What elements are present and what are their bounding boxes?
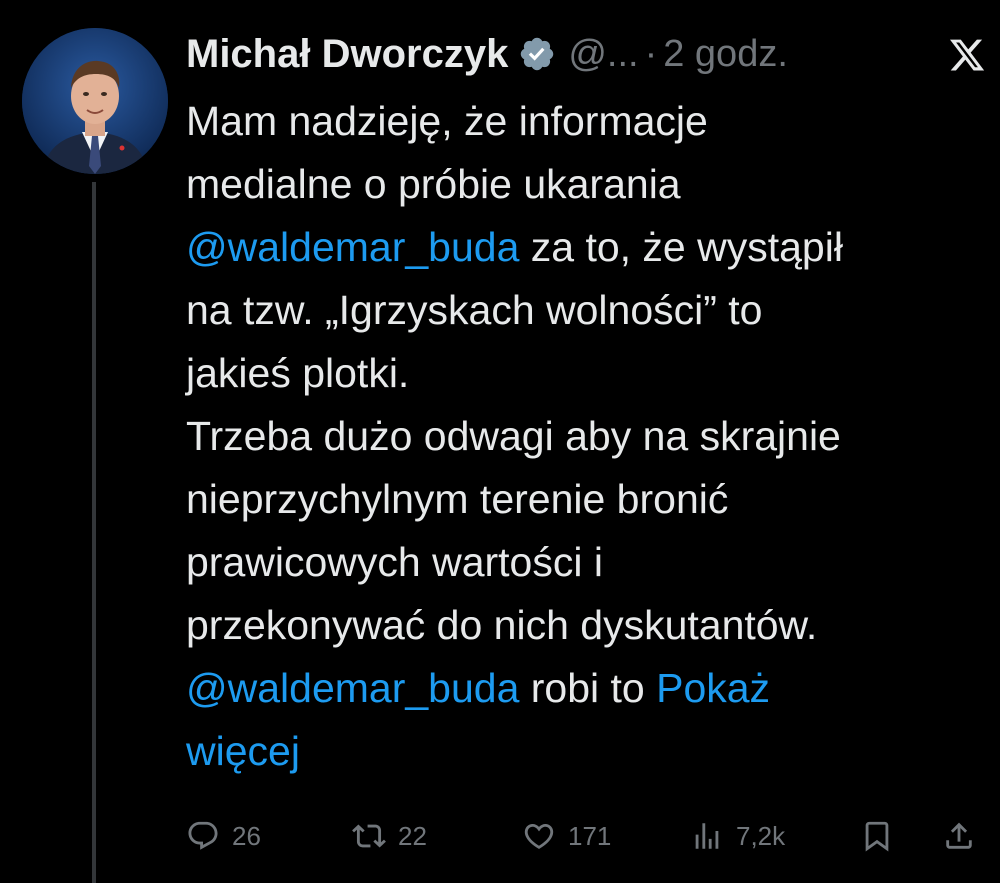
avatar-image (22, 28, 168, 174)
tweet-text-line: @waldemar_buda za to, że wystąpił (186, 216, 976, 279)
mention-link[interactable]: @waldemar_buda (186, 665, 519, 711)
tweet-text-segment: Mam nadzieję, że informacje (186, 98, 708, 144)
tweet-text-segment: prawicowych wartości i (186, 539, 603, 585)
tweet-text-line: @waldemar_buda robi to Pokaż (186, 657, 976, 720)
tweet-text-segment: jakieś plotki. (186, 350, 410, 396)
reply-icon (188, 821, 218, 850)
tweet-header: Michał Dworczyk @... · 2 godz. (186, 28, 986, 80)
author-handle[interactable]: @... (568, 33, 638, 76)
thread-line (92, 182, 96, 883)
tweet-text-line: nieprzychylnym terenie bronić (186, 468, 976, 531)
tweet-text-line: więcej (186, 720, 976, 783)
share-icon (946, 822, 972, 849)
views-icon (695, 823, 719, 849)
show-more-link[interactable]: więcej (186, 728, 300, 774)
mention-link[interactable]: @waldemar_buda (186, 224, 519, 270)
tweet-text-segment: robi to (519, 665, 657, 711)
tweet-text-segment: przekonywać do nich dyskutantów. (186, 602, 818, 648)
tweet-text: Mam nadzieję, że informacje medialne o pr… (186, 90, 976, 783)
verified-badge-icon (518, 35, 556, 73)
retweet-button[interactable]: 22 (352, 812, 427, 860)
tweet-actions: 26 22 171 7,2k (186, 812, 986, 860)
author-name[interactable]: Michał Dworczyk (186, 32, 508, 77)
tweet-text-segment: Trzeba dużo odwagi aby na skrajnie (186, 413, 841, 459)
tweet-text-line: przekonywać do nich dyskutantów. (186, 594, 976, 657)
share-button[interactable] (942, 812, 976, 860)
tweet-timestamp[interactable]: 2 godz. (663, 33, 788, 76)
views-count: 7,2k (736, 820, 786, 851)
tweet-text-line: prawicowych wartości i (186, 531, 976, 594)
retweet-count: 22 (398, 820, 427, 851)
tweet-text-segment: na tzw. „Igrzyskach wolności” to (186, 287, 763, 333)
tweet-text-line: medialne o próbie ukarania (186, 153, 976, 216)
bookmark-icon (865, 821, 889, 852)
show-more-link[interactable]: Pokaż (656, 665, 770, 711)
tweet-text-segment: za to, że wystąpił (519, 224, 843, 270)
retweet-icon (352, 824, 386, 848)
views-button[interactable]: 7,2k (690, 812, 785, 860)
tweet-text-line: Mam nadzieję, że informacje (186, 90, 976, 153)
heart-icon (524, 823, 554, 849)
tweet-text-line: jakieś plotki. (186, 342, 976, 405)
like-count: 171 (568, 820, 612, 851)
tweet-text-segment: nieprzychylnym terenie bronić (186, 476, 729, 522)
avatar[interactable] (22, 28, 168, 174)
tweet-text-segment: medialne o próbie ukarania (186, 161, 681, 207)
tweet-text-line: na tzw. „Igrzyskach wolności” to (186, 279, 976, 342)
x-logo-icon (948, 36, 986, 74)
bookmark-button[interactable] (860, 812, 894, 860)
header-separator: · (644, 32, 658, 75)
reply-count: 26 (232, 820, 261, 851)
reply-button[interactable]: 26 (186, 812, 261, 860)
like-button[interactable]: 171 (522, 812, 611, 860)
tweet-text-line: Trzeba dużo odwagi aby na skrajnie (186, 405, 976, 468)
